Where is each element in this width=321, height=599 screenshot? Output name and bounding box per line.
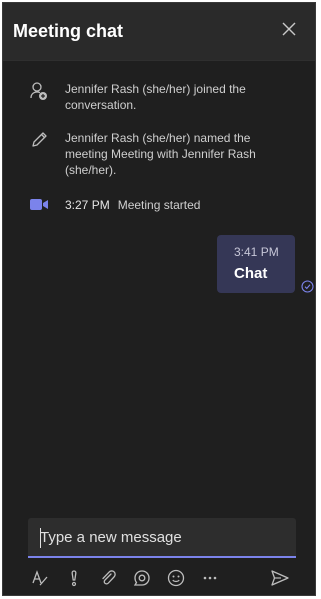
system-message: Jennifer Rash (she/her) joined the conve… (29, 81, 279, 115)
send-icon[interactable] (269, 567, 291, 589)
attach-icon[interactable] (97, 567, 119, 589)
composer-toolbar (29, 567, 299, 591)
message-input[interactable] (28, 518, 296, 556)
meeting-start-time: 3:27 PM (65, 198, 110, 212)
chat-header: Meeting chat (3, 3, 315, 61)
seen-check-icon (301, 280, 314, 298)
meeting-chat-panel: Meeting chat Jennifer Rash (she/her) joi… (2, 2, 316, 596)
emoji-icon[interactable] (165, 567, 187, 589)
loop-icon[interactable] (131, 567, 153, 589)
important-icon[interactable] (63, 567, 85, 589)
text-caret (40, 528, 41, 548)
format-icon[interactable] (29, 567, 51, 589)
system-message: Jennifer Rash (she/her) named the meetin… (29, 130, 279, 180)
person-add-icon (29, 81, 49, 105)
pencil-icon (29, 130, 49, 154)
close-icon[interactable] (279, 19, 299, 39)
system-message-text: Jennifer Rash (she/her) named the meetin… (65, 131, 256, 177)
meeting-started-label: Meeting started (117, 198, 201, 212)
video-camera-icon (29, 194, 51, 218)
message-timestamp: 3:41 PM (234, 245, 279, 259)
message-composer[interactable] (28, 518, 296, 558)
chat-title: Meeting chat (13, 21, 124, 41)
message-text: Chat (234, 265, 268, 282)
more-icon[interactable] (199, 567, 221, 589)
meeting-started-message: 3:27 PM Meeting started (29, 194, 279, 216)
chat-bubble[interactable]: 3:41 PM Chat (217, 235, 295, 293)
system-message-text: Jennifer Rash (she/her) joined the conve… (65, 82, 246, 112)
